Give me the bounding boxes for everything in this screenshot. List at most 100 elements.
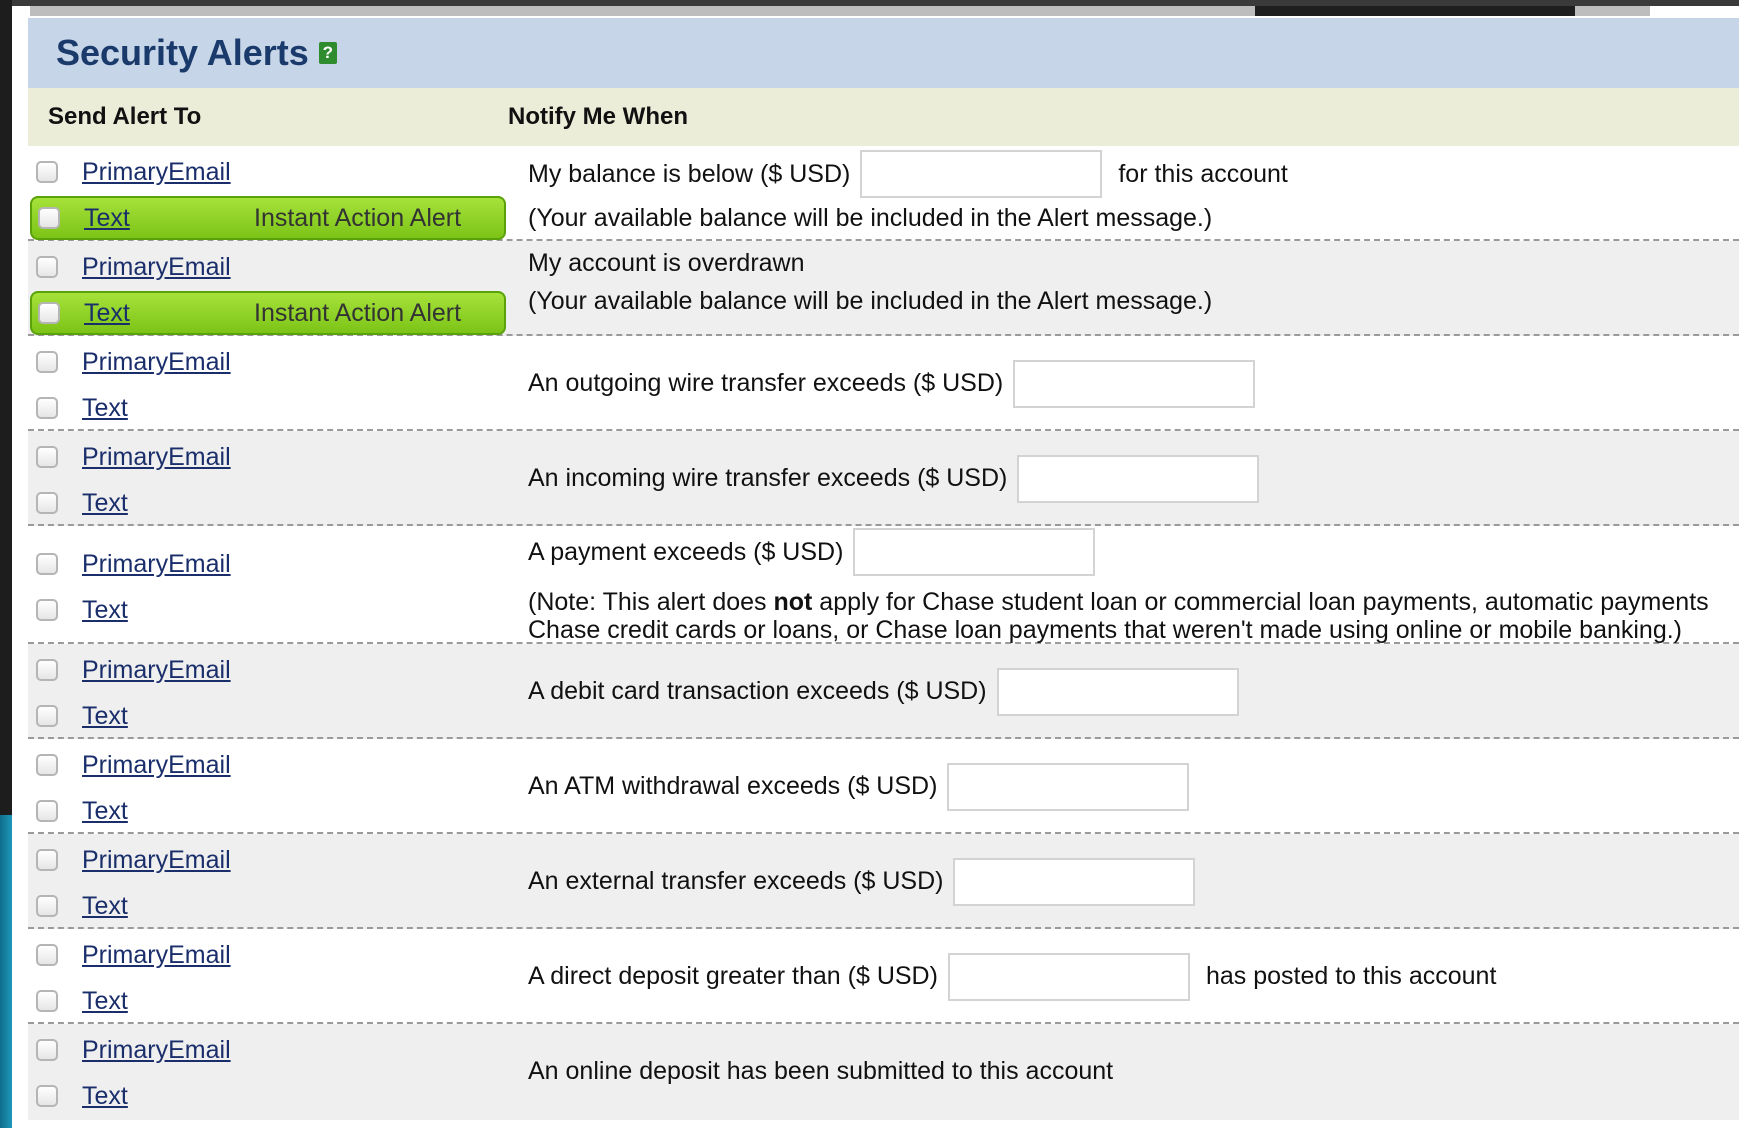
- text-option-instant: Text Instant Action Alert: [30, 291, 506, 335]
- text-checkbox[interactable]: [36, 705, 58, 727]
- payment-note: (Note: This alert does not apply for Cha…: [528, 588, 1709, 644]
- email-checkbox[interactable]: [36, 754, 58, 776]
- condition-label: An online deposit has been submitted to …: [528, 1057, 1114, 1085]
- browser-content: Security Alerts ? Send Alert To Notify M…: [12, 6, 1739, 1128]
- text-link[interactable]: Text: [82, 797, 128, 826]
- text-option: Text: [28, 481, 508, 525]
- text-link[interactable]: Text: [82, 489, 128, 518]
- condition-label: An external transfer exceeds ($ USD): [528, 867, 944, 895]
- text-option-instant: Text Instant Action Alert: [30, 196, 506, 240]
- notify-condition: A debit card transaction exceeds ($ USD): [528, 644, 1239, 739]
- text-link[interactable]: Text: [82, 1082, 128, 1111]
- alert-row-payment: PrimaryEmail Text A payment exceeds ($ U…: [28, 526, 1739, 644]
- email-option: PrimaryEmail: [28, 933, 508, 977]
- email-link[interactable]: PrimaryEmail: [82, 1036, 231, 1065]
- email-option: PrimaryEmail: [28, 838, 508, 882]
- email-option: PrimaryEmail: [28, 340, 508, 384]
- condition-note: (Your available balance will be included…: [528, 286, 1213, 315]
- text-option: Text: [28, 694, 508, 738]
- text-link[interactable]: Text: [84, 204, 130, 233]
- email-checkbox[interactable]: [36, 944, 58, 966]
- email-link[interactable]: PrimaryEmail: [82, 443, 231, 472]
- text-checkbox[interactable]: [36, 397, 58, 419]
- text-checkbox[interactable]: [36, 895, 58, 917]
- panel-title-bar: Security Alerts ?: [28, 18, 1739, 88]
- text-link[interactable]: Text: [82, 892, 128, 921]
- email-link[interactable]: PrimaryEmail: [82, 751, 231, 780]
- text-option: Text: [28, 386, 508, 430]
- notify-condition: A direct deposit greater than ($ USD) ha…: [528, 929, 1496, 1024]
- instant-action-alert-label: Instant Action Alert: [254, 298, 462, 327]
- condition-label: A payment exceeds ($ USD): [528, 537, 844, 566]
- text-link[interactable]: Text: [82, 702, 128, 731]
- email-link[interactable]: PrimaryEmail: [82, 253, 231, 282]
- email-checkbox[interactable]: [36, 849, 58, 871]
- text-checkbox[interactable]: [36, 990, 58, 1012]
- text-link[interactable]: Text: [82, 987, 128, 1016]
- text-checkbox[interactable]: [36, 800, 58, 822]
- text-option: Text: [28, 884, 508, 928]
- text-option: Text: [28, 588, 508, 632]
- notify-condition: An external transfer exceeds ($ USD): [528, 834, 1196, 929]
- amount-input[interactable]: [947, 762, 1190, 811]
- alert-row-balance-below: PrimaryEmail Text Instant Action Alert M…: [28, 146, 1739, 241]
- email-link[interactable]: PrimaryEmail: [82, 158, 231, 187]
- email-option: PrimaryEmail: [28, 150, 508, 194]
- text-link[interactable]: Text: [82, 394, 128, 423]
- condition-label: A debit card transaction exceeds ($ USD): [528, 677, 987, 705]
- text-link[interactable]: Text: [84, 299, 130, 328]
- condition-label: An incoming wire transfer exceeds ($ USD…: [528, 464, 1008, 492]
- notify-condition: An incoming wire transfer exceeds ($ USD…: [528, 431, 1260, 526]
- email-link[interactable]: PrimaryEmail: [82, 846, 231, 875]
- column-header: Send Alert To Notify Me When: [28, 88, 1739, 146]
- text-link[interactable]: Text: [82, 596, 128, 625]
- email-checkbox[interactable]: [36, 553, 58, 575]
- text-checkbox[interactable]: [38, 302, 60, 324]
- email-link[interactable]: PrimaryEmail: [82, 656, 231, 685]
- condition-label: A direct deposit greater than ($ USD): [528, 962, 938, 990]
- notify-condition: My balance is below ($ USD) for this acc…: [528, 150, 1288, 198]
- amount-input[interactable]: [953, 857, 1196, 906]
- instant-action-alert-label: Instant Action Alert: [254, 203, 462, 232]
- amount-input[interactable]: [996, 667, 1239, 716]
- text-checkbox[interactable]: [38, 207, 60, 229]
- notify-condition: An ATM withdrawal exceeds ($ USD): [528, 739, 1190, 834]
- email-link[interactable]: PrimaryEmail: [82, 941, 231, 970]
- amount-input[interactable]: [1017, 454, 1260, 503]
- email-option: PrimaryEmail: [28, 648, 508, 692]
- text-option: Text: [28, 979, 508, 1023]
- amount-input[interactable]: [860, 150, 1103, 198]
- alert-row-overdrawn: PrimaryEmail Text Instant Action Alert M…: [28, 241, 1739, 336]
- alert-row-atm: PrimaryEmail Text An ATM withdrawal exce…: [28, 739, 1739, 834]
- top-scroll-strip: [30, 6, 1650, 16]
- amount-input[interactable]: [947, 952, 1190, 1001]
- alert-row-incoming-wire: PrimaryEmail Text An incoming wire trans…: [28, 431, 1739, 526]
- email-checkbox[interactable]: [36, 659, 58, 681]
- notify-condition: A payment exceeds ($ USD): [528, 526, 1096, 578]
- email-checkbox[interactable]: [36, 1039, 58, 1061]
- text-checkbox[interactable]: [36, 1085, 58, 1107]
- amount-input[interactable]: [853, 528, 1096, 576]
- alert-row-debit-card: PrimaryEmail Text A debit card transacti…: [28, 644, 1739, 739]
- amount-input[interactable]: [1013, 359, 1256, 408]
- condition-label: An ATM withdrawal exceeds ($ USD): [528, 772, 938, 800]
- condition-suffix: has posted to this account: [1205, 962, 1497, 990]
- condition-suffix: for this account: [1118, 159, 1288, 188]
- email-option: PrimaryEmail: [28, 1028, 508, 1072]
- help-icon[interactable]: ?: [318, 42, 337, 64]
- email-checkbox[interactable]: [36, 256, 58, 278]
- alert-row-external-transfer: PrimaryEmail Text An external transfer e…: [28, 834, 1739, 929]
- email-link[interactable]: PrimaryEmail: [82, 550, 231, 579]
- email-checkbox[interactable]: [36, 446, 58, 468]
- email-option: PrimaryEmail: [28, 435, 508, 479]
- email-option: PrimaryEmail: [28, 542, 508, 586]
- text-checkbox[interactable]: [36, 492, 58, 514]
- text-checkbox[interactable]: [36, 599, 58, 621]
- page-title: Security Alerts: [56, 32, 309, 73]
- email-link[interactable]: PrimaryEmail: [82, 348, 231, 377]
- email-checkbox[interactable]: [36, 161, 58, 183]
- left-window-edge: [0, 0, 12, 1128]
- desktop-background: [0, 815, 12, 1128]
- condition-label: An outgoing wire transfer exceeds ($ USD…: [528, 369, 1004, 397]
- email-checkbox[interactable]: [36, 351, 58, 373]
